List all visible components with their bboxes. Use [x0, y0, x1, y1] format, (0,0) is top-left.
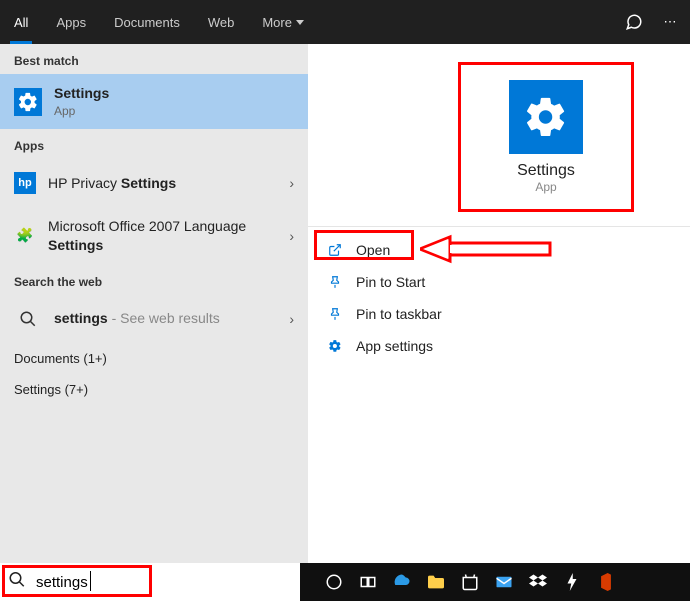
gear-icon [14, 88, 42, 116]
pin-icon [326, 305, 344, 323]
tab-apps[interactable]: Apps [42, 0, 100, 44]
gear-icon [509, 80, 583, 154]
action-pin-taskbar[interactable]: Pin to taskbar [308, 298, 690, 330]
chevron-right-icon: › [289, 311, 294, 327]
text-caret [90, 571, 91, 591]
divider [308, 226, 690, 227]
search-icon [8, 571, 26, 594]
annotation-arrow [420, 234, 560, 264]
result-hp-privacy[interactable]: hp HP Privacy Settings › [0, 159, 308, 207]
feedback-icon[interactable] [624, 12, 644, 32]
result-office-language[interactable]: 🧩 Microsoft Office 2007 Language Setting… [0, 207, 308, 265]
tab-more[interactable]: More [248, 0, 318, 44]
section-best-match: Best match [0, 44, 308, 74]
more-options-icon[interactable]: ⋯ [660, 12, 680, 32]
chevron-right-icon: › [289, 228, 294, 244]
action-pin-start[interactable]: Pin to Start [308, 266, 690, 298]
shield-icon: hp [14, 172, 36, 194]
store-icon[interactable] [460, 572, 480, 592]
open-icon [326, 241, 344, 259]
taskbar [0, 563, 690, 601]
chevron-down-icon [296, 20, 304, 25]
preview-tile: Settings App [458, 62, 634, 212]
search-box-wrap [0, 563, 300, 601]
tab-documents[interactable]: Documents [100, 0, 194, 44]
mail-icon[interactable] [494, 572, 514, 592]
preview-title: Settings [517, 162, 575, 180]
section-web: Search the web [0, 265, 308, 295]
preview-panel: Settings App Open Pin to Start Pi [308, 44, 690, 563]
pin-icon [326, 273, 344, 291]
lightning-icon[interactable] [562, 572, 582, 592]
result-best-settings[interactable]: Settings App [0, 74, 308, 129]
office-icon[interactable] [596, 572, 616, 592]
gear-icon [326, 337, 344, 355]
result-web-settings[interactable]: settings - See web results › [0, 295, 308, 343]
action-app-settings[interactable]: App settings [308, 330, 690, 362]
section-apps: Apps [0, 129, 308, 159]
search-scope-tabs: All Apps Documents Web More ⋯ [0, 0, 690, 44]
collapse-documents[interactable]: Documents (1+) [0, 343, 308, 374]
cortana-icon[interactable] [324, 572, 344, 592]
search-icon [14, 305, 42, 333]
edge-icon[interactable] [392, 572, 412, 592]
dropbox-icon[interactable] [528, 572, 548, 592]
task-view-icon[interactable] [358, 572, 378, 592]
chevron-right-icon: › [289, 175, 294, 191]
office-icon: 🧩 [14, 225, 36, 247]
preview-sub: App [535, 180, 556, 194]
tab-web[interactable]: Web [194, 0, 249, 44]
file-explorer-icon[interactable] [426, 572, 446, 592]
search-input[interactable] [0, 563, 300, 601]
tab-all[interactable]: All [0, 0, 42, 44]
results-panel: Best match Settings App Apps hp HP Priva… [0, 44, 308, 563]
collapse-settings[interactable]: Settings (7+) [0, 374, 308, 405]
